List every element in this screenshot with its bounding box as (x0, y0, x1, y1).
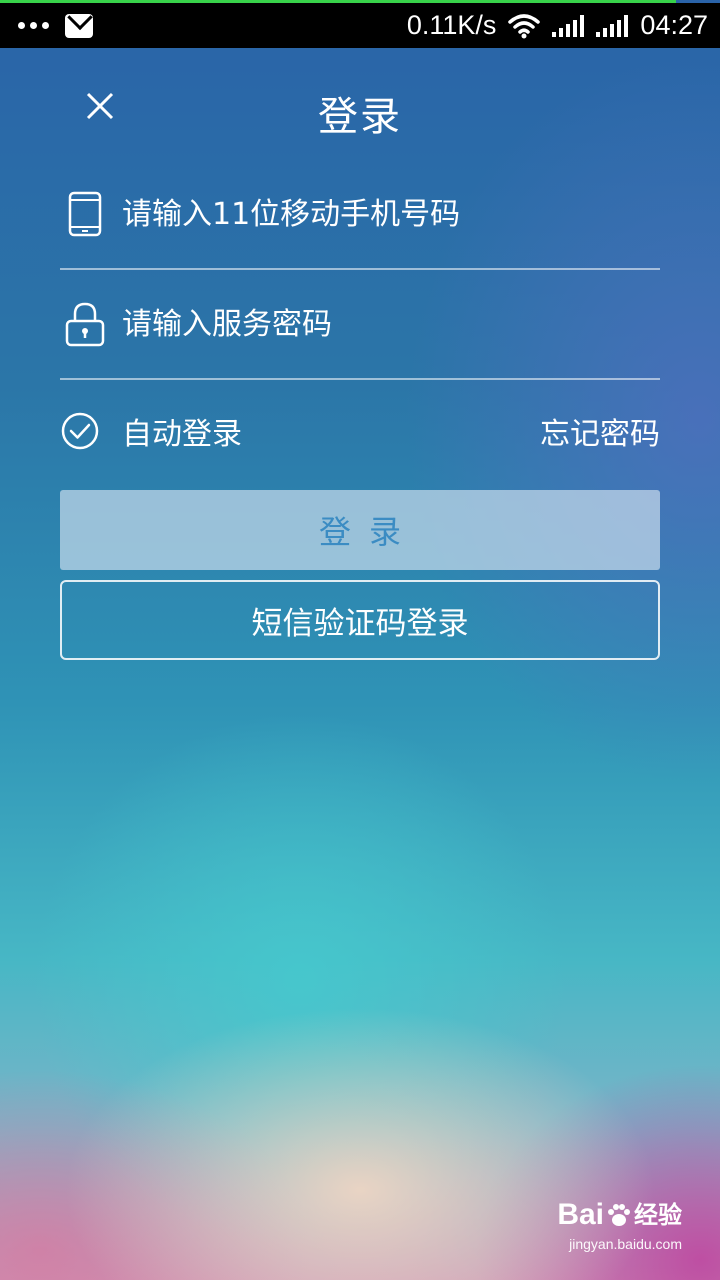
login-button[interactable]: 登录 (60, 490, 660, 570)
page-title: 登录 (318, 94, 402, 140)
sms-login-button[interactable]: 短信验证码登录 (60, 580, 660, 660)
watermark-brand-cn: 经验 (634, 1201, 682, 1229)
auto-login-toggle[interactable]: 自动登录 (60, 409, 242, 453)
password-field (60, 270, 660, 380)
header: 登录 (0, 60, 720, 160)
more-dots-icon (18, 22, 49, 29)
paw-icon (608, 1204, 630, 1226)
check-circle-icon (61, 412, 99, 450)
status-bar: 0.11K/s 04:27 (0, 3, 720, 48)
watermark-url: jingyan.baidu.com (569, 1236, 682, 1252)
signal-icon (596, 14, 629, 37)
phone-icon (68, 191, 102, 237)
phone-field (60, 160, 660, 270)
forgot-password-link[interactable]: 忘记密码 (540, 409, 660, 453)
watermark: Bai 经验 jingyan.baidu.com (550, 1198, 682, 1252)
auto-login-label: 自动登录 (122, 417, 242, 452)
mail-icon (65, 13, 93, 38)
phone-input[interactable] (122, 196, 642, 232)
status-time: 04:27 (640, 10, 708, 40)
signal-icon (552, 14, 585, 37)
lock-icon (65, 302, 105, 347)
network-speed: 0.11K/s (406, 10, 497, 40)
password-input[interactable] (122, 306, 642, 342)
wifi-icon (508, 13, 541, 38)
watermark-brand: Bai (557, 1198, 604, 1231)
login-options: 自动登录 忘记密码 (60, 398, 660, 464)
